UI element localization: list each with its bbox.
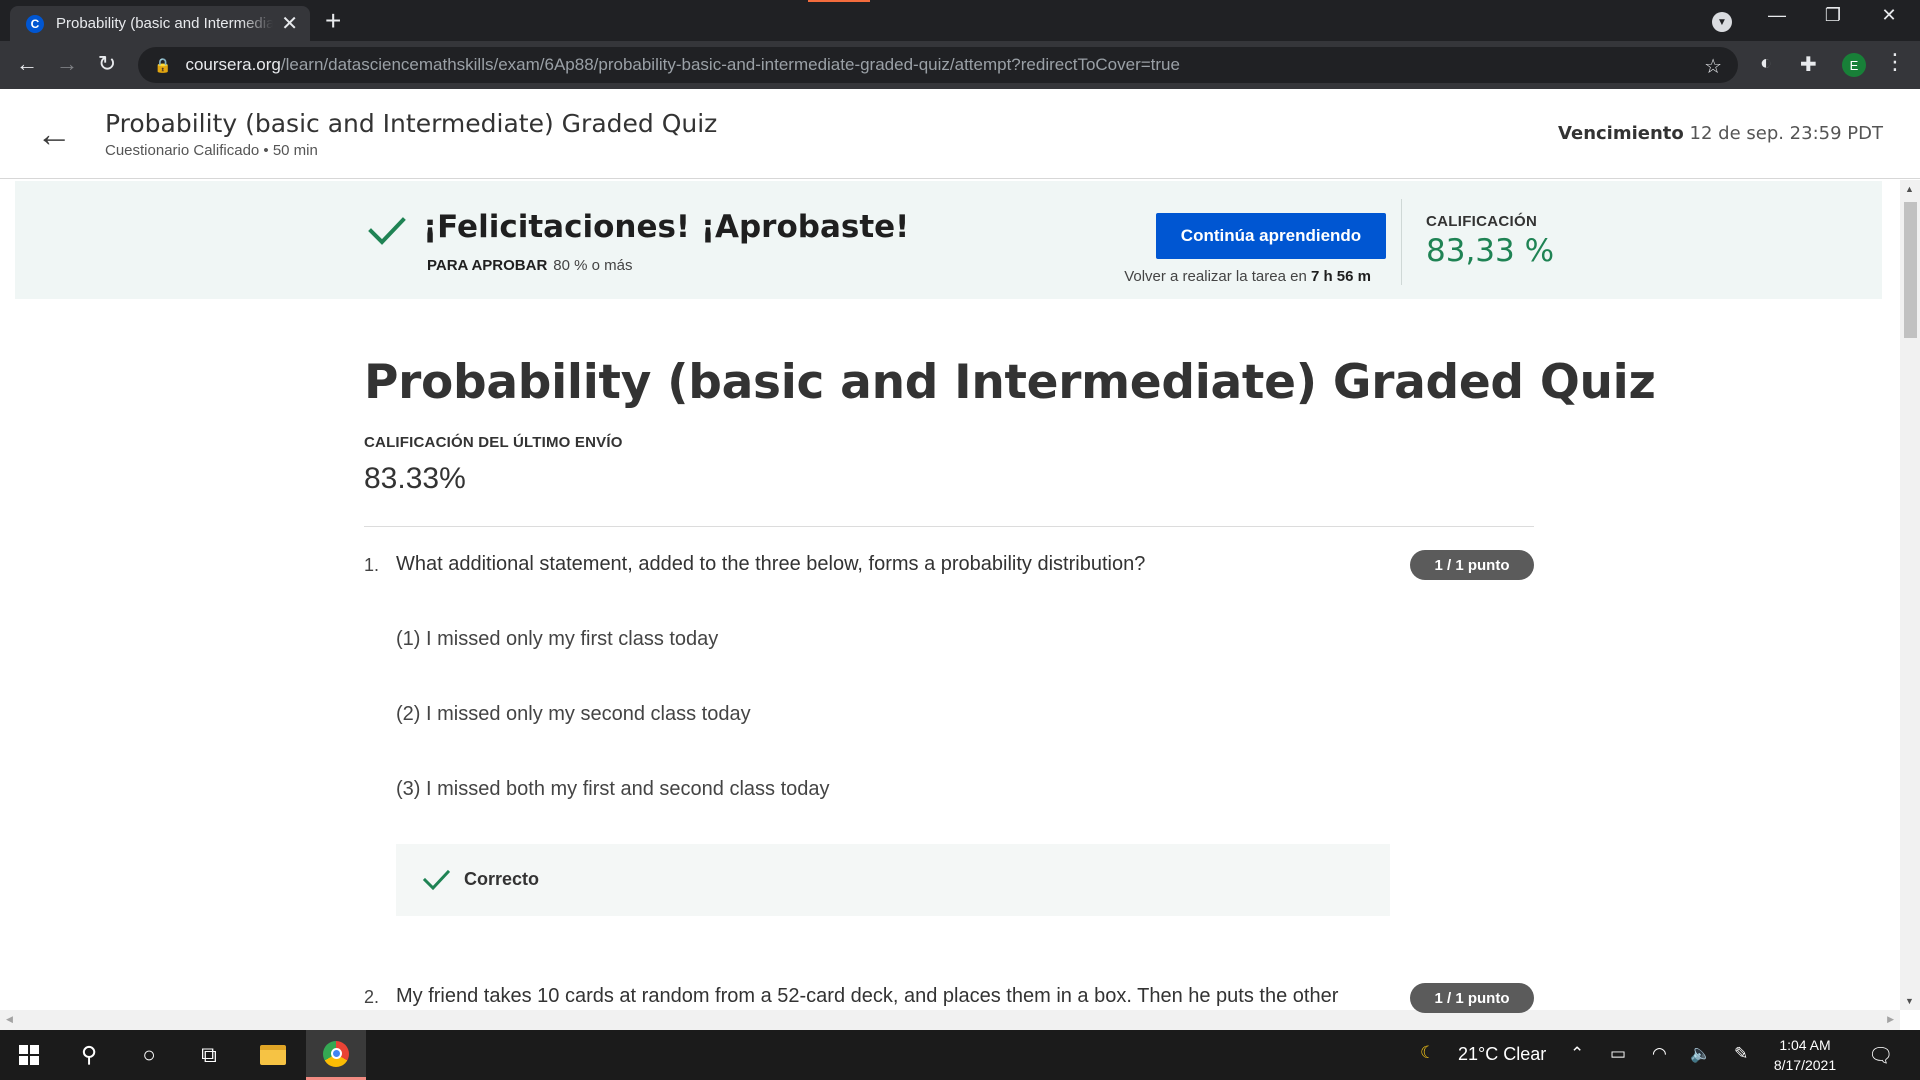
bookmark-star-icon[interactable]: ☆ — [1704, 54, 1722, 79]
page-title: Probability (basic and Intermediate) Gra… — [364, 355, 1656, 410]
check-icon — [422, 869, 450, 891]
scrollbar-thumb[interactable] — [1904, 202, 1917, 338]
last-submission-value: 83.33% — [364, 462, 466, 495]
question-number: 1. — [364, 555, 380, 575]
header-subtitle: Cuestionario Calificado • 50 min — [105, 142, 318, 159]
new-tab-button[interactable]: + — [325, 6, 341, 36]
browser-menu-icon[interactable]: ⋮ — [1884, 49, 1906, 75]
due-date: Vencimiento 12 de sep. 23:59 PDT — [1558, 123, 1883, 144]
wifi-icon[interactable]: ◠ — [1652, 1044, 1667, 1064]
search-icon[interactable]: ⚲ — [62, 1030, 116, 1080]
question-text: My friend takes 10 cards at random from … — [396, 985, 1339, 1007]
question-statement: (1) I missed only my first class today — [396, 628, 719, 650]
question-number: 2. — [364, 987, 380, 1007]
question-text: What additional statement, added to the … — [396, 553, 1146, 575]
clock[interactable]: 1:04 AM 8/17/2021 — [1760, 1035, 1850, 1075]
scroll-up-arrow-icon[interactable]: ▲ — [1905, 184, 1914, 194]
check-icon — [368, 217, 406, 245]
banner-divider — [1401, 199, 1402, 285]
volume-icon[interactable]: 🔈 — [1690, 1044, 1711, 1064]
clock-date: 8/17/2021 — [1773, 1057, 1837, 1073]
answer-feedback: Correcto — [396, 844, 1390, 916]
divider — [364, 526, 1534, 527]
url-text: coursera.org/learn/datasciencemathskills… — [185, 55, 1180, 74]
reload-button[interactable]: ↻ — [92, 51, 122, 77]
extensions-puzzle-icon[interactable]: ✚ — [1800, 52, 1817, 77]
moon-weather-icon: ☾ — [1420, 1043, 1436, 1062]
header-title: Probability (basic and Intermediate) Gra… — [105, 109, 718, 138]
weather-text[interactable]: 21°C Clear — [1458, 1044, 1546, 1065]
task-view-icon[interactable]: ⧉ — [182, 1030, 236, 1080]
question-statement: (3) I missed both my first and second cl… — [396, 778, 830, 800]
clock-time: 1:04 AM — [1779, 1037, 1831, 1053]
pass-requirement: PARA APROBAR 80 % o más — [427, 257, 633, 274]
restore-button[interactable]: ❐ — [1810, 5, 1856, 26]
start-button[interactable] — [2, 1030, 56, 1080]
address-bar[interactable]: 🔒 coursera.org/learn/datasciencemathskil… — [138, 47, 1738, 83]
cortana-icon[interactable]: ○ — [122, 1030, 176, 1080]
vertical-scrollbar[interactable]: ▲ ▼ — [1900, 180, 1920, 1010]
quiz-header: ← Probability (basic and Intermediate) G… — [0, 89, 1920, 179]
question-statement: (2) I missed only my second class today — [396, 703, 751, 725]
grade-label: CALIFICACIÓN — [1426, 213, 1538, 230]
lock-icon: 🔒 — [154, 56, 172, 73]
windows-logo-icon — [19, 1045, 39, 1065]
extension-icon[interactable]: ◐ — [1760, 52, 1772, 75]
battery-icon[interactable]: ▭ — [1610, 1044, 1626, 1064]
recording-indicator — [808, 0, 870, 2]
close-window-button[interactable]: ✕ — [1866, 5, 1912, 26]
points-badge: 1 / 1 punto — [1410, 550, 1534, 580]
scroll-left-arrow-icon[interactable]: ◀ — [6, 1014, 13, 1025]
feedback-text: Correcto — [464, 869, 540, 889]
browser-tab[interactable]: C Probability (basic and Intermediate) G… — [10, 6, 310, 41]
forward-button[interactable]: → — [52, 51, 82, 77]
tab-search-icon[interactable]: ▼ — [1712, 12, 1732, 32]
coursera-favicon-icon: C — [26, 14, 44, 33]
pass-banner: ¡Felicitaciones! ¡Aprobaste! PARA APROBA… — [15, 181, 1882, 299]
browser-tab-strip: C Probability (basic and Intermediate) G… — [0, 0, 1920, 41]
pen-icon[interactable]: ✎ — [1734, 1044, 1748, 1064]
scroll-right-arrow-icon[interactable]: ▶ — [1887, 1014, 1894, 1025]
profile-avatar[interactable]: E — [1842, 53, 1866, 77]
last-submission-label: CALIFICACIÓN DEL ÚLTIMO ENVÍO — [364, 434, 623, 451]
congrats-title: ¡Felicitaciones! ¡Aprobaste! — [423, 209, 910, 245]
browser-toolbar: ← → ↻ 🔒 coursera.org/learn/datasciencema… — [0, 41, 1920, 89]
horizontal-scrollbar[interactable]: ◀ ▶ — [0, 1010, 1900, 1030]
points-badge: 1 / 1 punto — [1410, 983, 1534, 1013]
notifications-icon[interactable]: 🗨 — [1868, 1043, 1893, 1068]
scroll-down-arrow-icon[interactable]: ▼ — [1905, 996, 1914, 1006]
windows-taskbar: ⚲ ○ ⧉ ☾ 21°C Clear ⌃ ▭ ◠ 🔈 ✎ 1:04 AM 8/1… — [0, 1030, 1920, 1080]
back-arrow-icon[interactable]: ← — [36, 113, 72, 155]
continue-learning-button[interactable]: Continúa aprendiendo — [1156, 213, 1386, 259]
chevron-up-icon[interactable]: ⌃ — [1570, 1044, 1584, 1064]
tab-title: Probability (basic and Intermediate) Gra… — [56, 15, 274, 32]
retry-info: Volver a realizar la tarea en 7 h 56 m — [1124, 268, 1371, 285]
minimize-button[interactable]: — — [1754, 5, 1800, 26]
grade-value: 83,33 % — [1426, 233, 1555, 269]
tab-close-icon[interactable]: ✕ — [281, 11, 298, 36]
chrome-taskbar-icon[interactable] — [306, 1030, 366, 1080]
file-explorer-icon[interactable] — [246, 1030, 300, 1080]
back-button[interactable]: ← — [12, 51, 42, 77]
